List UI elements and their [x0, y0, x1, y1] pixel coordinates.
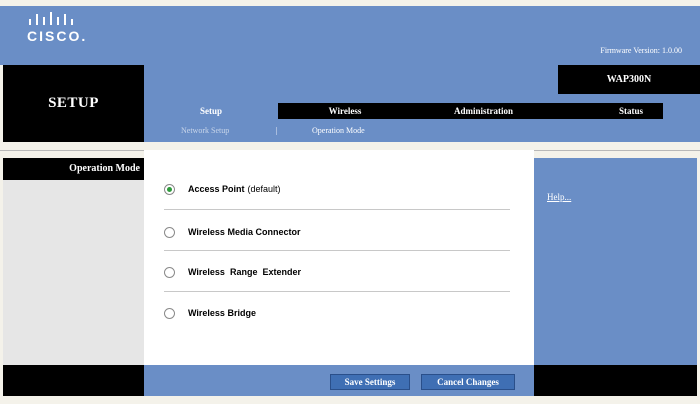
help-link[interactable]: Help... [547, 192, 571, 202]
firmware-version: Firmware Version: 1.0.00 [600, 46, 682, 55]
separator [164, 250, 510, 251]
mode-label: Wireless Bridge [188, 308, 256, 318]
tab-status-label: Status [618, 106, 643, 116]
subnav-separator: | [276, 126, 278, 135]
footer-right [534, 365, 697, 396]
model-name: WAP300N [558, 65, 700, 94]
left-sidebar [3, 180, 144, 365]
section-title: SETUP [48, 95, 99, 111]
separator [164, 291, 510, 292]
subnav-network-setup[interactable]: Network Setup [181, 126, 229, 135]
footer-left [3, 365, 144, 396]
cisco-logo-text: CISCO. [27, 28, 88, 44]
mode-label: Wireless Range Extender [188, 267, 301, 277]
header-bar [0, 6, 700, 65]
radio-media-connector[interactable] [164, 226, 175, 238]
separator [164, 209, 510, 210]
mode-option-media-connector[interactable]: Wireless Media Connector [164, 224, 300, 240]
radio-access-point[interactable] [164, 183, 175, 195]
mode-option-wireless-bridge[interactable]: Wireless Bridge [164, 305, 256, 321]
tab-band [144, 94, 700, 103]
help-panel [534, 158, 697, 365]
save-settings-button[interactable]: Save Settings [330, 374, 410, 390]
mode-suffix: (default) [247, 184, 281, 194]
subnav-operation-mode[interactable]: Operation Mode [312, 126, 365, 135]
sub-navigation: Network Setup | Operation Mode [144, 119, 700, 142]
tabs-right-filler [663, 103, 700, 119]
main-tabs: Setup Wireless Administration Status [144, 103, 663, 119]
mode-label: Wireless Media Connector [188, 227, 301, 237]
mode-option-access-point[interactable]: Access Point (default) [164, 181, 281, 197]
radio-wireless-bridge[interactable] [164, 307, 175, 319]
mode-label: Access Point [188, 184, 245, 194]
section-label: Operation Mode [69, 163, 140, 174]
tab-administration[interactable]: Administration [412, 103, 555, 119]
radio-range-extender[interactable] [164, 266, 175, 278]
title-bar [144, 65, 558, 94]
cancel-changes-button[interactable]: Cancel Changes [421, 374, 515, 390]
operation-mode-content: Access Point (default) Wireless Media Co… [144, 150, 534, 365]
tab-status[interactable]: Status [555, 103, 663, 119]
mode-option-range-extender[interactable]: Wireless Range Extender [164, 264, 301, 280]
tab-wireless[interactable]: Wireless [278, 103, 412, 119]
cisco-logo: CISCO. [24, 10, 94, 54]
tab-setup[interactable]: Setup [144, 103, 278, 119]
